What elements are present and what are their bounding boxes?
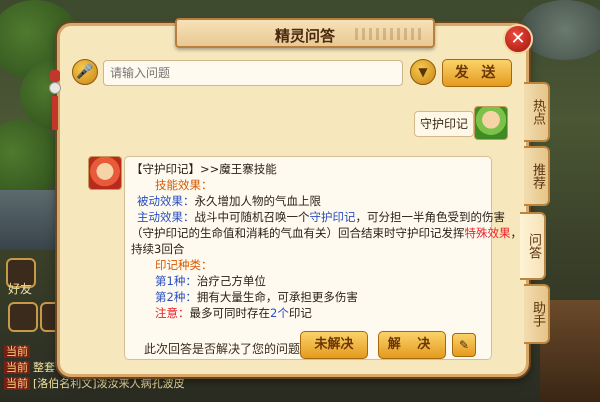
note-label: 注意： (155, 306, 190, 320)
chat-line: 当前 [洛伯名利文]泼汝来人病孔波皮 (4, 375, 185, 391)
dropdown-button[interactable]: ▼ (410, 59, 436, 85)
chat-message: [洛伯名利文]泼汝来人病孔波皮 (33, 377, 185, 390)
active-text: 战斗中可随机召唤一个 (194, 210, 310, 224)
edit-icon: ✎ (458, 338, 470, 352)
voice-input-button[interactable]: 🎤 (72, 59, 98, 85)
active-text: （守护印记的生命值和消耗的气血有关）回合结束时守护印记发挥 (131, 226, 465, 240)
tab-recommend[interactable]: 推荐 (524, 146, 550, 206)
active-text: ， (510, 226, 523, 240)
chat-channel-tag: 当前 (4, 345, 30, 358)
microphone-icon: 🎤 (76, 64, 94, 80)
answer-heading: 【守护印记】>>魔王寨技能 (131, 162, 277, 176)
chevron-down-icon: ▼ (418, 65, 428, 79)
tab-hot[interactable]: 热点 (524, 82, 550, 142)
note-text: 最多可同时存在 (189, 306, 271, 320)
note-count: 2个 (270, 306, 289, 320)
type2-label: 第2种： (155, 290, 197, 304)
type1-text: 治疗己方单位 (196, 274, 266, 288)
guard-mark-link[interactable]: 守护印记 (310, 210, 356, 224)
edit-feedback-button[interactable]: ✎ (452, 333, 476, 357)
chat-line: 当前 整套 (4, 359, 55, 375)
type1-label: 第1种： (155, 274, 197, 288)
resolved-button[interactable]: 解 决 (378, 331, 446, 359)
friends-label: 好友 (8, 282, 33, 296)
close-button[interactable]: ✕ (503, 24, 533, 54)
tab-qa[interactable]: 问答 (520, 212, 546, 280)
duration-text: 持续3回合 (131, 242, 185, 256)
chat-message: 整套 (33, 361, 55, 374)
question-input[interactable] (103, 60, 403, 86)
passive-text: 永久增加人物的气血上限 (194, 194, 322, 208)
assistant-avatar (88, 156, 122, 190)
dialog-title-plate: 精灵问答 (175, 18, 435, 48)
type2-text: 拥有大量生命，可承担更多伤害 (196, 290, 358, 304)
active-label: 主动效果： (137, 210, 195, 224)
note-text: 印记 (288, 306, 312, 320)
chat-line: 当前 (4, 343, 33, 359)
tab-assistant[interactable]: 助手 (524, 284, 550, 344)
chat-channel-tag: 当前 (4, 361, 30, 374)
answer-bubble: 【守护印记】>>魔王寨技能 技能效果： 被动效果：永久增加人物的气血上限 主动效… (124, 156, 522, 360)
title-decoration (355, 28, 425, 40)
tassel-ornament (48, 70, 62, 130)
skill-effect-label: 技能效果： (155, 178, 213, 192)
active-text: ，可分担一半角色受到的伤害 (355, 210, 506, 224)
user-avatar (474, 106, 508, 140)
special-effect-text: 特殊效果 (464, 226, 511, 240)
close-icon: ✕ (510, 28, 526, 49)
send-button[interactable]: 发 送 (442, 59, 512, 87)
feedback-question: 此次回答是否解决了您的问题? (144, 342, 307, 356)
unresolved-button[interactable]: 未解决 (300, 331, 368, 359)
chat-channel-tag: 当前 (4, 377, 30, 390)
chat-icon-button[interactable] (8, 302, 38, 332)
mark-types-label: 印记种类： (155, 258, 213, 272)
passive-label: 被动效果： (137, 194, 195, 208)
user-question-bubble: 守护印记 (414, 111, 474, 137)
